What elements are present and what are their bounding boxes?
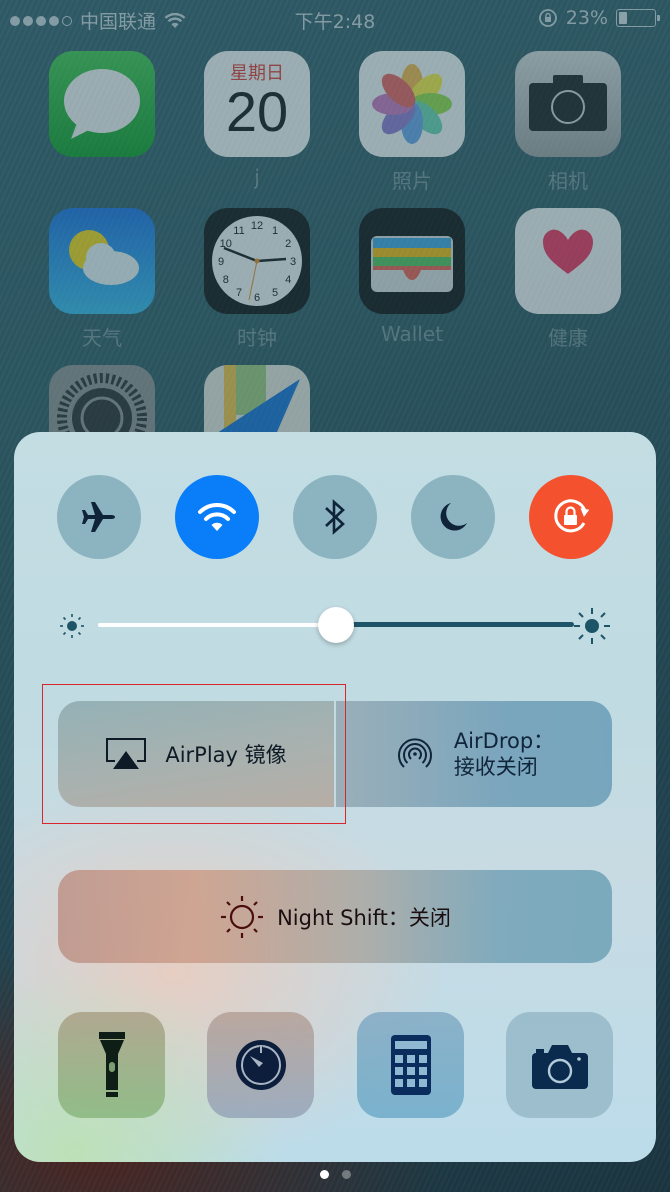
clock-number: 8 (223, 274, 229, 286)
app-label-wallet: Wallet (380, 322, 443, 346)
airdrop-button[interactable]: AirDrop： 接收关闭 (336, 701, 612, 807)
night-shift-button[interactable]: Night Shift：关闭 (58, 870, 612, 963)
rotation-lock-toggle[interactable] (529, 475, 613, 559)
clock-number: 7 (236, 287, 242, 299)
app-weather[interactable] (49, 208, 155, 314)
calculator-icon (390, 1035, 431, 1095)
wifi-icon (198, 502, 236, 531)
app-label-weather: 天气 (82, 326, 122, 350)
timer-button[interactable] (207, 1012, 314, 1118)
calculator-button[interactable] (357, 1012, 464, 1118)
camera-app-icon (529, 75, 607, 131)
orientation-lock-status-icon (538, 9, 557, 27)
clock-face-icon: 12 1234567891011 (212, 216, 302, 306)
airdrop-label: AirDrop： (453, 729, 555, 753)
airdrop-icon (397, 738, 432, 768)
page-dot[interactable] (341, 1170, 351, 1179)
clock-number: 6 (254, 292, 260, 304)
app-health[interactable] (515, 208, 621, 314)
clock-number: 12 (251, 220, 263, 232)
app-label-health: 健康 (548, 326, 588, 350)
camera-icon (531, 1045, 588, 1089)
app-clock[interactable]: 12 1 2 3 4 5 6 7 8 9 10 11 (204, 208, 310, 314)
page-dot[interactable] (319, 1170, 329, 1179)
flashlight-icon (98, 1032, 125, 1097)
clock-number: 3 (290, 256, 296, 268)
calendar-day: 20 (225, 80, 289, 143)
clock-number: 9 (218, 256, 224, 268)
app-messages[interactable] (49, 51, 155, 157)
battery-level (619, 12, 627, 24)
heart-icon (543, 229, 593, 274)
app-label-photos: 照片 (392, 169, 432, 193)
page-indicator[interactable] (0, 1170, 670, 1179)
weather-icon (69, 230, 139, 285)
wifi-toggle[interactable] (175, 475, 259, 559)
bluetooth-toggle[interactable] (293, 475, 377, 559)
battery-percent: 23% (565, 7, 608, 29)
night-shift-label: Night Shift：关闭 (277, 905, 451, 930)
timer-icon (235, 1040, 286, 1090)
status-bar: 中国联通 下午2:48 23% (0, 0, 670, 38)
app-photos[interactable] (359, 51, 465, 157)
do-not-disturb-toggle[interactable] (411, 475, 495, 559)
flashlight-button[interactable] (58, 1012, 165, 1118)
camera-button[interactable] (506, 1012, 613, 1118)
brightness-slider[interactable] (98, 602, 574, 648)
photos-flower-icon (372, 64, 452, 144)
app-label-clock: 时钟 (237, 326, 277, 350)
night-shift-icon (221, 895, 264, 938)
bluetooth-icon (325, 499, 345, 535)
message-bubble-icon (64, 69, 140, 139)
battery-icon (616, 9, 660, 27)
clock-number: 4 (285, 274, 291, 286)
airdrop-status: 接收关闭 (453, 755, 538, 779)
rotation-lock-icon (554, 499, 590, 533)
annotation-highlight-box (42, 684, 346, 824)
clock-number: 11 (233, 225, 244, 237)
brightness-slider-fill (98, 623, 334, 627)
brightness-slider-thumb[interactable] (318, 607, 354, 643)
brightness-high-icon (574, 608, 610, 644)
brightness-low-icon (60, 614, 84, 638)
app-calendar[interactable]: 星期日 20 (204, 51, 310, 157)
clock-number: 5 (272, 287, 278, 299)
app-label-calendar: j (254, 165, 260, 189)
app-label-camera: 相机 (548, 169, 588, 193)
moon-icon (440, 503, 467, 531)
app-wallet[interactable] (359, 208, 465, 314)
app-camera[interactable] (515, 51, 621, 157)
wallet-cards-icon (371, 236, 453, 292)
clock-number: 2 (285, 238, 291, 250)
brightness-slider-track (338, 622, 574, 627)
airplane-icon (82, 502, 115, 532)
airplane-mode-toggle[interactable] (57, 475, 141, 559)
clock-number: 1 (272, 225, 278, 237)
